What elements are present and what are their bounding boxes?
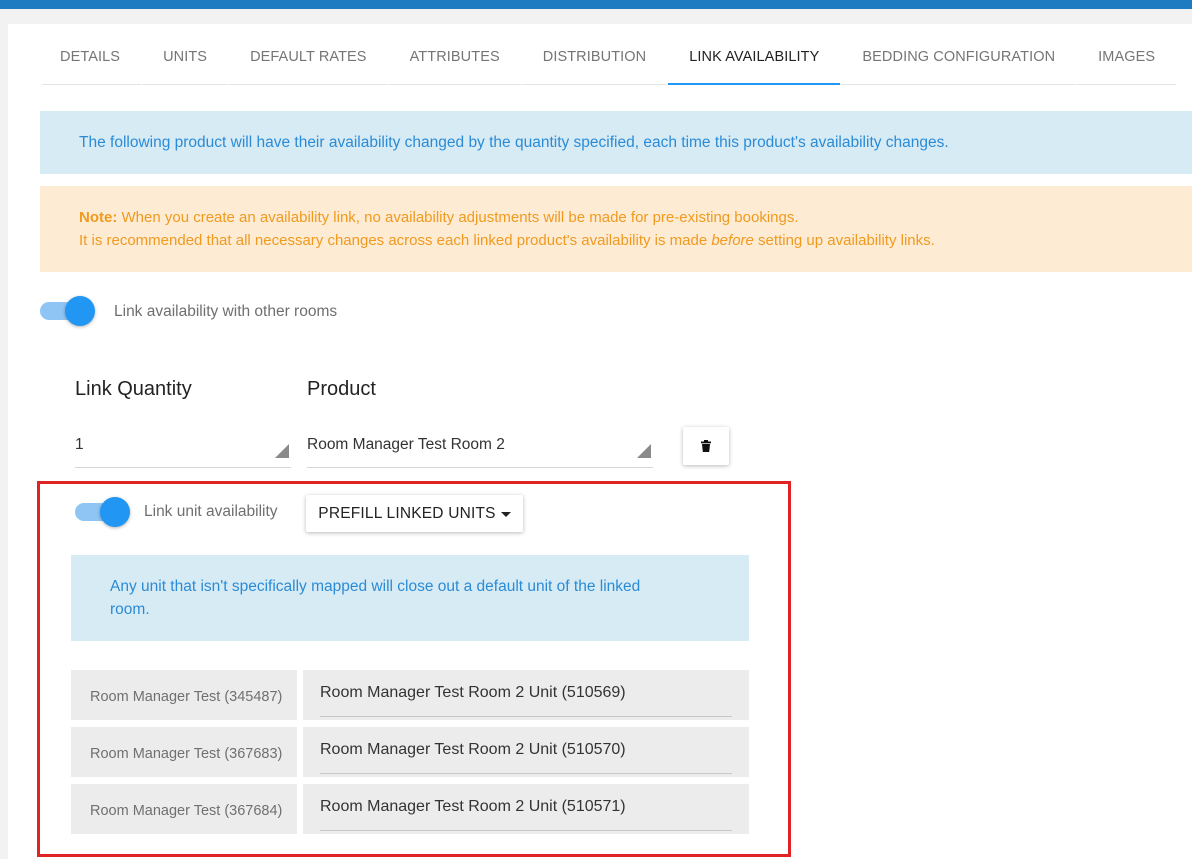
trash-icon [701,440,711,452]
unit-target-select[interactable]: Room Manager Test Room 2 Unit (510569) [303,670,749,720]
note-label: Note: [79,209,118,226]
link-quantity-header: Link Quantity [75,378,192,400]
product-header: Product [307,378,376,400]
link-unit-availability-label: Link unit availability [144,503,278,520]
unit-source-label: Room Manager Test (367684) [71,784,297,834]
tab-bedding-configuration[interactable]: BEDDING CONFIGURATION [841,30,1077,85]
resize-corner-icon [637,444,651,458]
unit-info-banner: Any unit that isn't specifically mapped … [71,555,749,641]
resize-corner-icon [275,444,289,458]
info-banner: The following product will have their av… [40,111,1192,174]
tab-link-availability[interactable]: LINK AVAILABILITY [668,30,841,85]
toggle-knob [100,497,130,527]
tab-attributes[interactable]: ATTRIBUTES [388,30,521,85]
note-line-2: It is recommended that all necessary cha… [79,229,1192,252]
product-select[interactable]: Room Manager Test Room 2 [307,428,653,468]
unit-target-select[interactable]: Room Manager Test Room 2 Unit (510571) [303,784,749,834]
unit-source-label: Room Manager Test (367683) [71,727,297,777]
top-app-bar [0,0,1192,9]
note-line-2-pre: It is recommended that all necessary cha… [79,232,712,249]
unit-target-select[interactable]: Room Manager Test Room 2 Unit (510570) [303,727,749,777]
unit-target-value: Room Manager Test Room 2 Unit (510570) [320,727,732,774]
tab-distribution[interactable]: DISTRIBUTION [521,30,668,85]
tab-units[interactable]: UNITS [142,30,229,85]
link-availability-toggle[interactable] [40,294,96,328]
product-value: Room Manager Test Room 2 [307,436,505,453]
tab-details[interactable]: DETAILS [42,30,142,85]
caret-down-icon [500,512,511,517]
unit-source-label: Room Manager Test (345487) [71,670,297,720]
unit-info-text: Any unit that isn't specifically mapped … [110,578,641,618]
tab-images[interactable]: IMAGES [1077,30,1177,85]
note-line-1: Note: When you create an availability li… [79,206,1192,229]
tab-default-rates[interactable]: DEFAULT RATES [229,30,388,85]
delete-link-button[interactable] [683,427,729,465]
link-quantity-value: 1 [75,436,84,453]
link-quantity-select[interactable]: 1 [75,428,291,468]
note-banner: Note: When you create an availability li… [40,186,1192,272]
note-line-2-post: setting up availability links. [753,232,935,249]
unit-target-value: Room Manager Test Room 2 Unit (510571) [320,784,732,831]
prefill-linked-units-label: PREFILL LINKED UNITS [318,504,496,522]
note-line-1-text: When you create an availability link, no… [121,209,799,226]
unit-target-value: Room Manager Test Room 2 Unit (510569) [320,670,732,717]
note-emphasis: before [711,232,754,249]
toggle-knob [65,296,95,326]
link-availability-label: Link availability with other rooms [114,303,338,320]
info-banner-text: The following product will have their av… [79,133,949,151]
prefill-linked-units-button[interactable]: PREFILL LINKED UNITS [306,495,523,532]
link-unit-availability-toggle[interactable] [75,495,131,529]
tab-bar: DETAILS UNITS DEFAULT RATES ATTRIBUTES D… [42,30,1192,85]
